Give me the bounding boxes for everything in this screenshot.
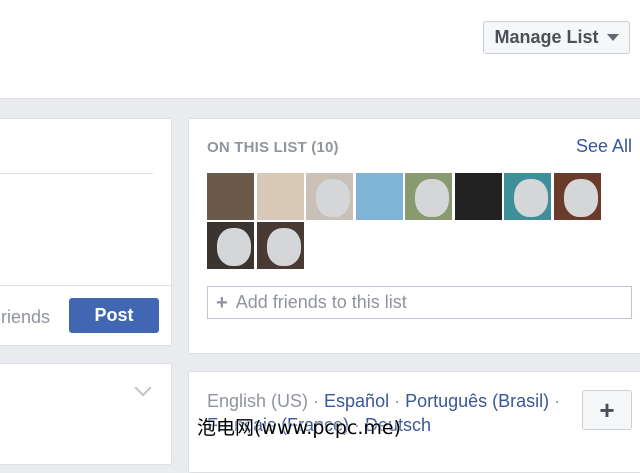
member-thumb-10[interactable]	[256, 222, 304, 269]
add-language-button[interactable]: +	[582, 390, 632, 430]
post-button[interactable]: Post	[69, 298, 159, 333]
member-thumb-1[interactable]	[207, 173, 254, 220]
composer-divider	[0, 173, 153, 174]
face-blur	[415, 179, 449, 217]
member-thumb-8[interactable]	[553, 173, 601, 220]
feed-story-panel	[0, 363, 172, 465]
see-all-link[interactable]: See All	[576, 136, 632, 157]
add-friends-input[interactable]: + Add friends to this list	[207, 286, 632, 319]
manage-list-button[interactable]: Manage List	[483, 21, 630, 54]
face-blur	[266, 228, 301, 266]
current-language: English (US)	[207, 391, 309, 411]
list-members-heading: ON THIS LIST (10)	[207, 139, 339, 156]
language-link-portugues[interactable]: Português (Brasil)	[405, 391, 549, 411]
member-thumb-6[interactable]	[454, 173, 502, 220]
face-blur	[316, 179, 350, 217]
manage-list-label: Manage List	[494, 27, 599, 47]
face-blur	[217, 228, 251, 266]
composer-panel: riends Post	[0, 118, 172, 346]
language-list: English (US) · Español · Português (Bras…	[207, 391, 561, 411]
member-thumb-7[interactable]	[504, 173, 551, 220]
member-thumb-9[interactable]	[207, 222, 254, 269]
top-bar: Manage List	[0, 0, 640, 99]
chevron-down-icon[interactable]	[134, 379, 152, 397]
plus-icon: +	[216, 291, 228, 314]
member-thumb-4[interactable]	[355, 173, 403, 220]
add-friends-placeholder: Add friends to this list	[235, 292, 407, 312]
face-blur	[563, 179, 598, 217]
list-members-panel: ON THIS LIST (10) See All + Add friends …	[188, 118, 640, 354]
watermark-text: 泡电网(www.pcpc.me)	[197, 417, 401, 439]
member-thumb-3[interactable]	[306, 173, 353, 220]
chevron-down-icon	[606, 34, 619, 41]
composer-footer-divider	[0, 285, 171, 286]
member-thumb-2[interactable]	[256, 173, 304, 220]
member-thumb-5[interactable]	[405, 173, 452, 220]
face-blur	[514, 179, 548, 217]
language-link-espanol[interactable]: Español	[324, 391, 389, 411]
audience-label[interactable]: riends	[1, 307, 50, 328]
